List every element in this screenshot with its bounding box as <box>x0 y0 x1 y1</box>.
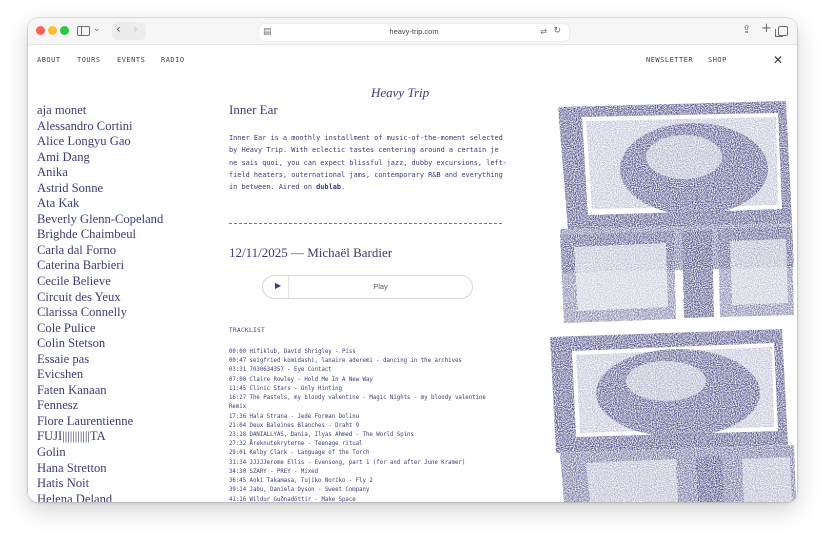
dublab-link[interactable]: dublab <box>316 183 341 191</box>
artist-link[interactable]: Flore Laurentienne <box>37 414 163 430</box>
address-bar[interactable]: ▤ heavy-trip.com ⇄ ↻ <box>258 23 570 42</box>
artist-link[interactable]: Alessandro Cortini <box>37 119 163 135</box>
new-tab-icon[interactable]: + <box>761 21 772 36</box>
artist-link[interactable]: Fennesz <box>37 398 163 414</box>
translate-icon[interactable]: ⇄ <box>540 27 547 36</box>
artist-link[interactable]: Cole Pulice <box>37 321 163 337</box>
track-item: 23:28 DANIALLYAS, Dania, Ilyas Ahmed - T… <box>229 431 414 438</box>
nav-tours[interactable]: TOURS <box>77 56 101 64</box>
title-bar: ⌄ ‹ › ▤ heavy-trip.com ⇄ ↻ ⇪ + <box>28 18 797 45</box>
artist-link[interactable]: Helena Deland <box>37 492 163 502</box>
url-text: heavy-trip.com <box>389 27 439 36</box>
intro-text: Inner Ear is a monthly installment of mu… <box>229 132 511 193</box>
artist-link[interactable]: Evicshen <box>37 367 163 383</box>
sidebar-toggle-icon[interactable] <box>77 26 90 36</box>
zoom-window-button[interactable] <box>60 26 69 35</box>
back-arrow-icon[interactable]: ‹ <box>116 22 121 36</box>
artist-link[interactable]: Faten Kanaan <box>37 383 163 399</box>
tracklist: 00:00 Hifiklub, David Shrigley - Piss 00:… <box>229 348 494 502</box>
artist-list: aja monet Alessandro Cortini Alice Longyu … <box>37 103 163 502</box>
artist-link[interactable]: Anika <box>37 165 163 181</box>
artist-link[interactable]: Clarissa Connelly <box>37 305 163 321</box>
track-item: 39:14 Jabu, Daniela Dyson - Sweet Compan… <box>229 487 370 494</box>
track-item: 29:01 Kelby Clark - Language of the Torc… <box>229 450 370 457</box>
reload-icon[interactable]: ↻ <box>553 26 561 36</box>
track-item: 11:45 Clinic Stars - Only Hinting <box>229 385 342 392</box>
artist-link[interactable]: Alice Longyu Gao <box>37 134 163 150</box>
audio-player[interactable]: ▶ Play <box>262 275 473 299</box>
tab-overview-icon[interactable] <box>775 26 788 37</box>
minimize-window-button[interactable] <box>48 26 57 35</box>
artist-link[interactable]: Hana Stretton <box>37 461 163 477</box>
artist-link[interactable]: Carla dal Forno <box>37 243 163 259</box>
play-icon[interactable]: ▶ <box>275 281 281 290</box>
tracklist-heading: TRACKLIST <box>229 327 266 334</box>
nav-shop[interactable]: SHOP <box>708 56 727 64</box>
artist-link[interactable]: Beverly Glenn-Copeland <box>37 212 163 228</box>
track-item: 21:04 Deux Baleines Blanches - Draht 9 <box>229 422 360 429</box>
artist-link[interactable]: Circuit des Yeux <box>37 290 163 306</box>
artist-link[interactable]: Brìghde Chaimbeul <box>37 227 163 243</box>
artist-link[interactable]: Essaie pas <box>37 352 163 368</box>
track-item: 17:36 Hala Strana - Jede Forman Dolinu <box>229 413 360 420</box>
share-icon[interactable]: ⇪ <box>742 23 751 36</box>
track-item: 41:16 Wildur Guðnadóttir - Make Space <box>229 496 356 503</box>
nav-about[interactable]: ABOUT <box>37 56 61 64</box>
track-item: 07:00 Claire Rowley - Hold Me In A New W… <box>229 376 373 383</box>
play-button-label[interactable]: Play <box>289 282 472 291</box>
artist-link[interactable]: Astrid Sonne <box>37 181 163 197</box>
web-page: ABOUT TOURS EVENTS RADIO NEWSLETTER SHOP… <box>28 45 797 502</box>
nav-radio[interactable]: RADIO <box>161 56 185 64</box>
browser-window: ⌄ ‹ › ▤ heavy-trip.com ⇄ ↻ ⇪ + ABOUT TOU… <box>28 18 797 502</box>
track-item: 34:30 SZARY - PREY - Mixed <box>229 468 319 475</box>
intro-end: . <box>341 183 346 192</box>
artist-link[interactable]: Ami Dang <box>37 150 163 166</box>
dashed-divider <box>229 223 502 224</box>
track-item: 31:34 JJJJJerome Ellis - Evensong, part … <box>229 459 466 466</box>
close-window-button[interactable] <box>36 26 45 35</box>
track-item: 00:00 Hifiklub, David Shrigley - Piss <box>229 349 356 355</box>
section-title: Inner Ear <box>229 102 278 117</box>
artist-link[interactable]: aja monet <box>37 103 163 119</box>
artist-link[interactable]: Hatis Noit <box>37 476 163 492</box>
artist-link[interactable]: FUJI|||||||||||TA <box>37 429 163 445</box>
intro-body: Inner Ear is a monthly installment of mu… <box>229 134 507 192</box>
artist-link[interactable]: Ata Kak <box>37 196 163 212</box>
nav-events[interactable]: EVENTS <box>117 56 145 64</box>
nav-newsletter[interactable]: NEWSLETTER <box>646 56 693 64</box>
artist-link[interactable]: Golin <box>37 445 163 461</box>
track-item: 27:32 Åreknutekryterne - Teenage ritual <box>229 441 363 448</box>
track-item: 00:47 seigfried komidashi, lanaire adere… <box>229 358 462 365</box>
episode-title: 12/11/2025 — Michaël Bardier <box>229 245 393 260</box>
site-logo[interactable]: Heavy Trip <box>371 85 429 101</box>
track-item: 03:31 7030634357 - Eye Contact <box>229 367 332 374</box>
artist-link[interactable]: Cecile Believe <box>37 274 163 290</box>
close-menu-icon[interactable]: ✕ <box>773 53 783 67</box>
stippled-cube-artwork <box>550 101 796 502</box>
chevron-down-icon[interactable]: ⌄ <box>93 24 101 34</box>
track-item: 16:27 The Pastels, my bloody valentine -… <box>229 395 486 411</box>
track-item: 36:45 Aoki Takamasa, Tujiko Noriko - Fly… <box>229 478 373 485</box>
artist-link[interactable]: Colin Stetson <box>37 336 163 352</box>
forward-arrow-icon[interactable]: › <box>133 22 138 36</box>
artist-link[interactable]: Caterina Barbieri <box>37 258 163 274</box>
